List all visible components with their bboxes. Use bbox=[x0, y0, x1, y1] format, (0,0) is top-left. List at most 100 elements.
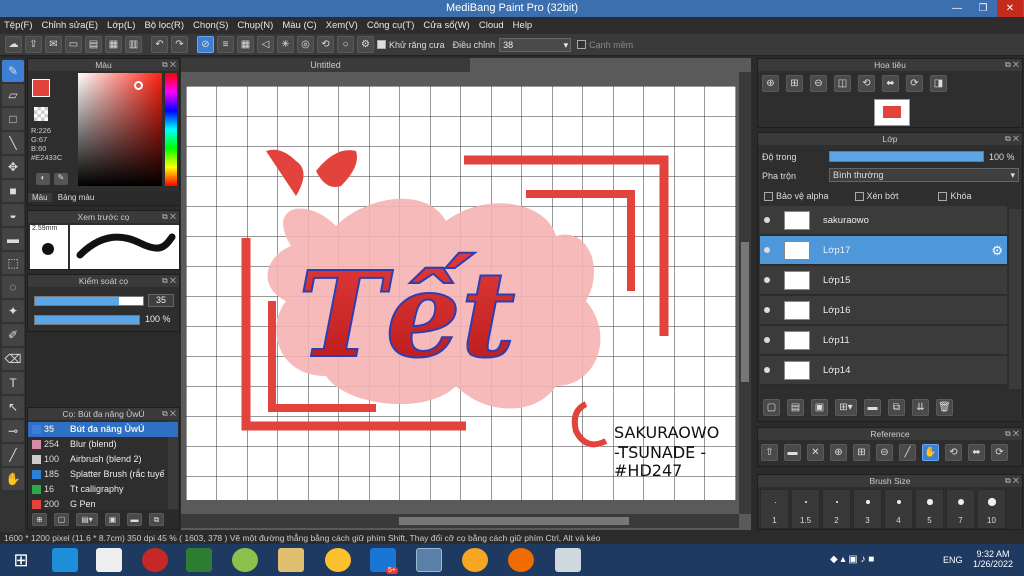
ref-hand-icon[interactable]: ✋ bbox=[922, 444, 939, 461]
new-brush-icon[interactable]: ▢ bbox=[54, 513, 69, 526]
size-value[interactable]: 35 bbox=[148, 294, 174, 307]
brush-list-item[interactable]: 185 Splatter Brush (rắc tuyế bbox=[28, 467, 178, 482]
document-tab[interactable]: Untitled bbox=[181, 58, 470, 72]
ref-zoom-out-icon[interactable]: ⊖ bbox=[876, 444, 893, 461]
panel-icon[interactable]: ▥ bbox=[125, 36, 142, 53]
snap-radial-icon[interactable]: ✳ bbox=[277, 36, 294, 53]
rotate-left-icon[interactable]: ⟲ bbox=[858, 75, 875, 92]
reset-rotate-icon[interactable]: ⟳ bbox=[906, 75, 923, 92]
rect-tool-icon[interactable]: □ bbox=[2, 108, 24, 130]
clock[interactable]: 9:32 AM 1/26/2022 bbox=[971, 549, 1015, 569]
menu-window[interactable]: Cửa sổ(W) bbox=[423, 20, 469, 31]
ref-picker-icon[interactable]: ╱ bbox=[899, 444, 916, 461]
tab-palette[interactable]: Bảng màu bbox=[54, 193, 98, 202]
navigator-thumbnail[interactable] bbox=[874, 99, 910, 126]
layer-row[interactable]: Lớp17 ⚙ bbox=[760, 236, 1007, 265]
operation-tool-icon[interactable]: ↖ bbox=[2, 396, 24, 418]
select-pen-tool-icon[interactable]: ✐ bbox=[2, 324, 24, 346]
ref-flip-icon[interactable]: ⬌ bbox=[968, 444, 985, 461]
ref-rotate-left-icon[interactable]: ⟲ bbox=[945, 444, 962, 461]
select-eraser-tool-icon[interactable]: ⌫ bbox=[2, 348, 24, 370]
menu-snap[interactable]: Chụp(N) bbox=[237, 20, 273, 31]
bucket-tool-icon[interactable]: ◒ bbox=[2, 204, 24, 226]
menu-layer[interactable]: Lớp(L) bbox=[107, 20, 135, 31]
close-icon[interactable]: ⧉ ✕ bbox=[1005, 475, 1019, 487]
move-tool-icon[interactable]: ✥ bbox=[2, 156, 24, 178]
minimize-button[interactable]: — bbox=[944, 0, 970, 17]
close-icon[interactable]: ⧉ ✕ bbox=[162, 408, 176, 420]
ie-icon[interactable] bbox=[52, 548, 78, 572]
horizontal-scroll-thumb[interactable] bbox=[399, 517, 629, 525]
brush-menu-icon[interactable]: ▤▾ bbox=[76, 513, 98, 526]
windows-start-icon[interactable]: ⊞ bbox=[8, 548, 34, 572]
snap-off-icon[interactable]: ⊘ bbox=[197, 36, 214, 53]
layer-row[interactable]: sakuraowo bbox=[760, 206, 1007, 235]
menu-filter[interactable]: Bộ lọc(R) bbox=[144, 20, 184, 31]
horizontal-scrollbar[interactable] bbox=[181, 514, 739, 528]
layer-row[interactable]: Lớp11 bbox=[760, 326, 1007, 355]
menu-color[interactable]: Màu (C) bbox=[282, 20, 316, 31]
saturation-value-picker[interactable] bbox=[78, 73, 162, 186]
select-tool-icon[interactable]: ⬚ bbox=[2, 252, 24, 274]
close-icon[interactable]: ⧉ ✕ bbox=[1005, 133, 1019, 145]
dropper-tool-icon[interactable]: ╱ bbox=[2, 444, 24, 466]
transparent-swatch[interactable] bbox=[34, 107, 48, 121]
brush-folder-icon[interactable]: ▬ bbox=[127, 513, 142, 526]
palette-icon[interactable]: ◐ bbox=[36, 173, 50, 185]
zoom-out-icon[interactable]: ⊖ bbox=[810, 75, 827, 92]
merge-layer-icon[interactable]: ⇊ bbox=[912, 399, 929, 416]
file-icon[interactable] bbox=[96, 548, 122, 572]
page-icon[interactable]: ▭ bbox=[65, 36, 82, 53]
opacity-slider[interactable] bbox=[34, 315, 140, 325]
layer-row[interactable]: Lớp15 bbox=[760, 266, 1007, 295]
hand-tool-icon[interactable]: ✋ bbox=[2, 468, 24, 490]
snap-circle-icon[interactable]: ◎ bbox=[297, 36, 314, 53]
menu-help[interactable]: Help bbox=[513, 20, 533, 31]
menu-cloud[interactable]: Cloud bbox=[479, 20, 504, 31]
menu-file[interactable]: Tệp(F) bbox=[4, 20, 33, 31]
close-button[interactable]: ✕ bbox=[997, 0, 1023, 17]
clipping-checkbox[interactable] bbox=[854, 191, 864, 201]
cloud-icon[interactable]: ☁ bbox=[5, 36, 22, 53]
settings-gear-icon[interactable]: ⚙ bbox=[357, 36, 374, 53]
vertical-scroll-thumb[interactable] bbox=[741, 242, 749, 382]
trash-icon[interactable]: 🗑 bbox=[936, 399, 953, 416]
language-indicator[interactable]: ENG bbox=[943, 555, 963, 565]
eye-icon[interactable] bbox=[764, 367, 770, 373]
snap-parallel-icon[interactable]: ≡ bbox=[217, 36, 234, 53]
snap-grid-icon[interactable]: ▦ bbox=[237, 36, 254, 53]
ref-upload-icon[interactable]: ⇧ bbox=[761, 444, 778, 461]
layer-settings-gear-icon[interactable]: ⚙ bbox=[991, 243, 1003, 259]
snipping-icon[interactable] bbox=[555, 548, 581, 572]
menu-edit[interactable]: Chỉnh sửa(E) bbox=[42, 20, 99, 31]
lasso-tool-icon[interactable]: ◌ bbox=[2, 276, 24, 298]
maximize-button[interactable]: ❐ bbox=[970, 0, 996, 17]
layer-opacity-slider[interactable] bbox=[829, 151, 984, 162]
primary-color-swatch[interactable] bbox=[32, 79, 50, 97]
soft-edge-checkbox[interactable] bbox=[577, 40, 587, 49]
share-icon[interactable]: ⇪ bbox=[25, 36, 42, 53]
app-icon[interactable] bbox=[232, 548, 258, 572]
eye-icon[interactable] bbox=[764, 337, 770, 343]
flip-icon[interactable]: ⬌ bbox=[882, 75, 899, 92]
eye-icon[interactable] bbox=[764, 307, 770, 313]
layer-row[interactable]: Lớp14 bbox=[760, 356, 1007, 385]
antialias-checkbox[interactable] bbox=[377, 40, 386, 49]
ref-rotate-right-icon[interactable]: ⟳ bbox=[991, 444, 1008, 461]
redo-icon[interactable]: ↷ bbox=[171, 36, 188, 53]
brush-list-item[interactable]: 254 Blur (blend) bbox=[28, 437, 178, 452]
close-icon[interactable]: ⧉ ✕ bbox=[162, 59, 176, 71]
vertical-scrollbar[interactable] bbox=[739, 72, 751, 514]
new-8bit-layer-icon[interactable]: ▣ bbox=[811, 399, 828, 416]
chrome-profile2-icon[interactable] bbox=[508, 548, 534, 572]
zoom-in-icon[interactable]: ⊕ bbox=[762, 75, 779, 92]
line-tool-icon[interactable]: ╲ bbox=[2, 132, 24, 154]
opera-icon[interactable] bbox=[142, 548, 168, 572]
hue-slider[interactable] bbox=[165, 73, 177, 186]
fill-rect-tool-icon[interactable]: ■ bbox=[2, 180, 24, 202]
tab-color[interactable]: Màu bbox=[28, 193, 52, 202]
close-icon[interactable]: ⧉ ✕ bbox=[1005, 59, 1019, 71]
add-brush-icon[interactable]: ⊕ bbox=[32, 513, 47, 526]
menu-view[interactable]: Xem(V) bbox=[326, 20, 358, 31]
close-icon[interactable]: ⧉ ✕ bbox=[162, 275, 176, 287]
